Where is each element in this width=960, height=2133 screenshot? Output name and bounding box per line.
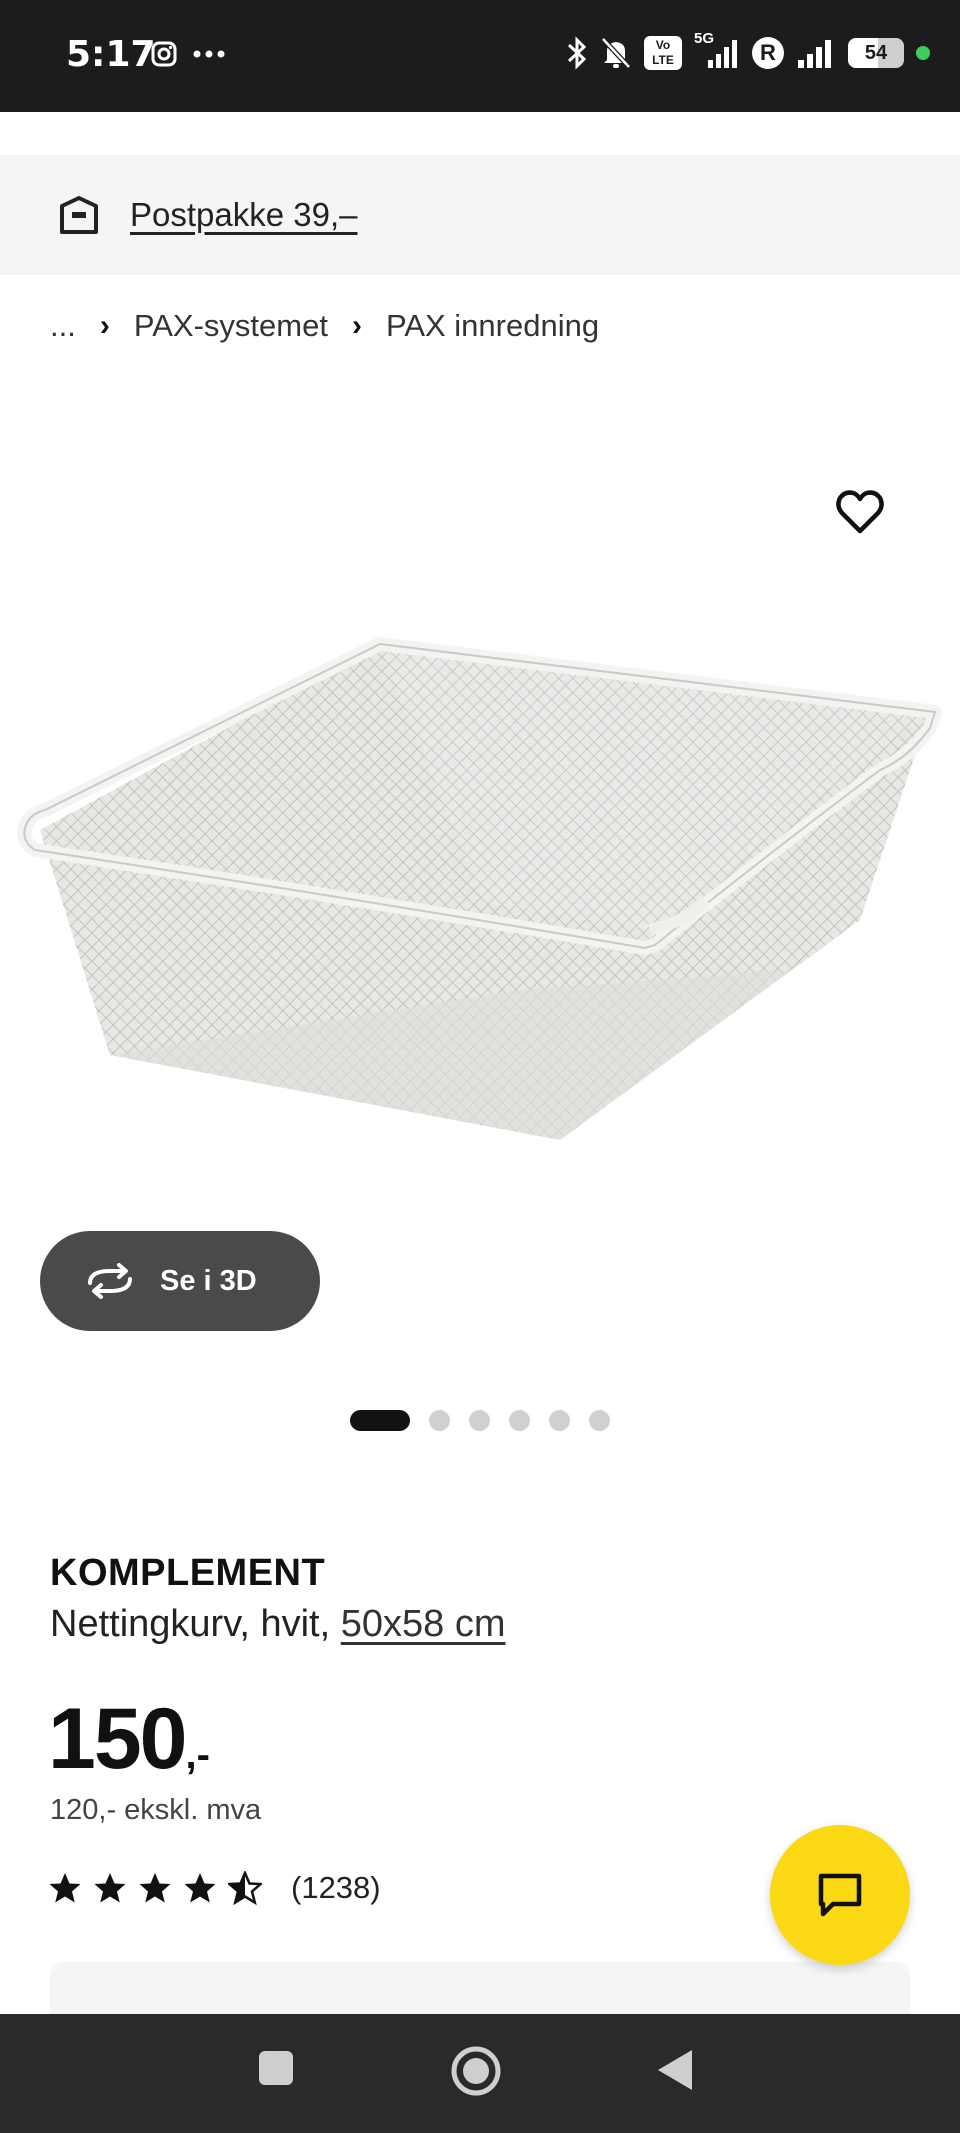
star-icon: [228, 1871, 262, 1905]
pager-dot[interactable]: [350, 1410, 410, 1431]
privacy-indicator: [916, 46, 930, 60]
chevron-right-icon: ›: [99, 309, 110, 342]
chat-icon: [818, 1873, 862, 1917]
roaming-badge: R: [752, 37, 784, 69]
price-ex-vat: 120,- ekskl. mva: [50, 1794, 262, 1826]
signal-icon: 5G: [694, 30, 740, 70]
instagram-icon: [151, 41, 177, 67]
product-size-link[interactable]: 50x58 cm: [341, 1603, 506, 1645]
star-icon: [139, 1873, 171, 1903]
availability-card[interactable]: [50, 1962, 910, 2022]
breadcrumb-ellipsis[interactable]: ...: [50, 308, 76, 344]
product-type: Nettingkurv, hvit,: [50, 1603, 331, 1645]
more-icon: [193, 50, 225, 58]
chat-button[interactable]: [770, 1825, 910, 1965]
heart-icon[interactable]: [832, 484, 888, 540]
back-button[interactable]: [656, 2048, 696, 2092]
status-time: 5:17: [66, 34, 156, 75]
star-icon: [94, 1873, 126, 1903]
pager-dot[interactable]: [589, 1410, 610, 1431]
review-count[interactable]: (1238): [291, 1870, 381, 1906]
delivery-price-link[interactable]: Postpakke 39,–: [130, 196, 358, 234]
battery-icon: 54: [848, 38, 904, 68]
pager-dot[interactable]: [509, 1410, 530, 1431]
star-icon: [49, 1873, 81, 1903]
view-3d-button[interactable]: Se i 3D: [40, 1231, 320, 1331]
breadcrumb: ... › PAX-systemet › PAX innredning: [50, 308, 599, 344]
price-value: 150: [48, 1691, 187, 1787]
breadcrumb-item-pax-systemet[interactable]: PAX-systemet: [134, 308, 328, 344]
pager-dot[interactable]: [469, 1410, 490, 1431]
star-icon: [184, 1873, 216, 1903]
pager-dot[interactable]: [429, 1410, 450, 1431]
system-nav-bar: [0, 2014, 960, 2133]
mute-icon: [601, 37, 631, 69]
pager-dot[interactable]: [549, 1410, 570, 1431]
breadcrumb-item-pax-innredning[interactable]: PAX innredning: [386, 308, 599, 344]
product-rating[interactable]: (1238): [48, 1870, 381, 1906]
product-image[interactable]: [0, 600, 960, 1220]
product-description: Nettingkurv, hvit, 50x58 cm: [50, 1603, 506, 1646]
chevron-right-icon: ›: [351, 309, 362, 342]
rotate-3d-icon: [88, 1263, 132, 1299]
view-3d-label: Se i 3D: [160, 1264, 257, 1297]
signal-icon: [798, 40, 831, 68]
recents-button[interactable]: [256, 2048, 296, 2088]
bluetooth-icon: [567, 36, 587, 70]
product-price: 150,-: [48, 1690, 210, 1789]
price-suffix: ,-: [185, 1733, 210, 1777]
delivery-banner[interactable]: Postpakke 39,–: [0, 155, 960, 275]
volte-badge: Vo LTE: [644, 36, 682, 70]
status-bar: 5:17 Vo LTE 5G R 54: [0, 0, 960, 112]
home-button[interactable]: [449, 2044, 503, 2098]
parcel-truck-icon: [60, 196, 98, 234]
image-pager[interactable]: [350, 1410, 610, 1431]
product-brand: KOMPLEMENT: [50, 1552, 326, 1594]
